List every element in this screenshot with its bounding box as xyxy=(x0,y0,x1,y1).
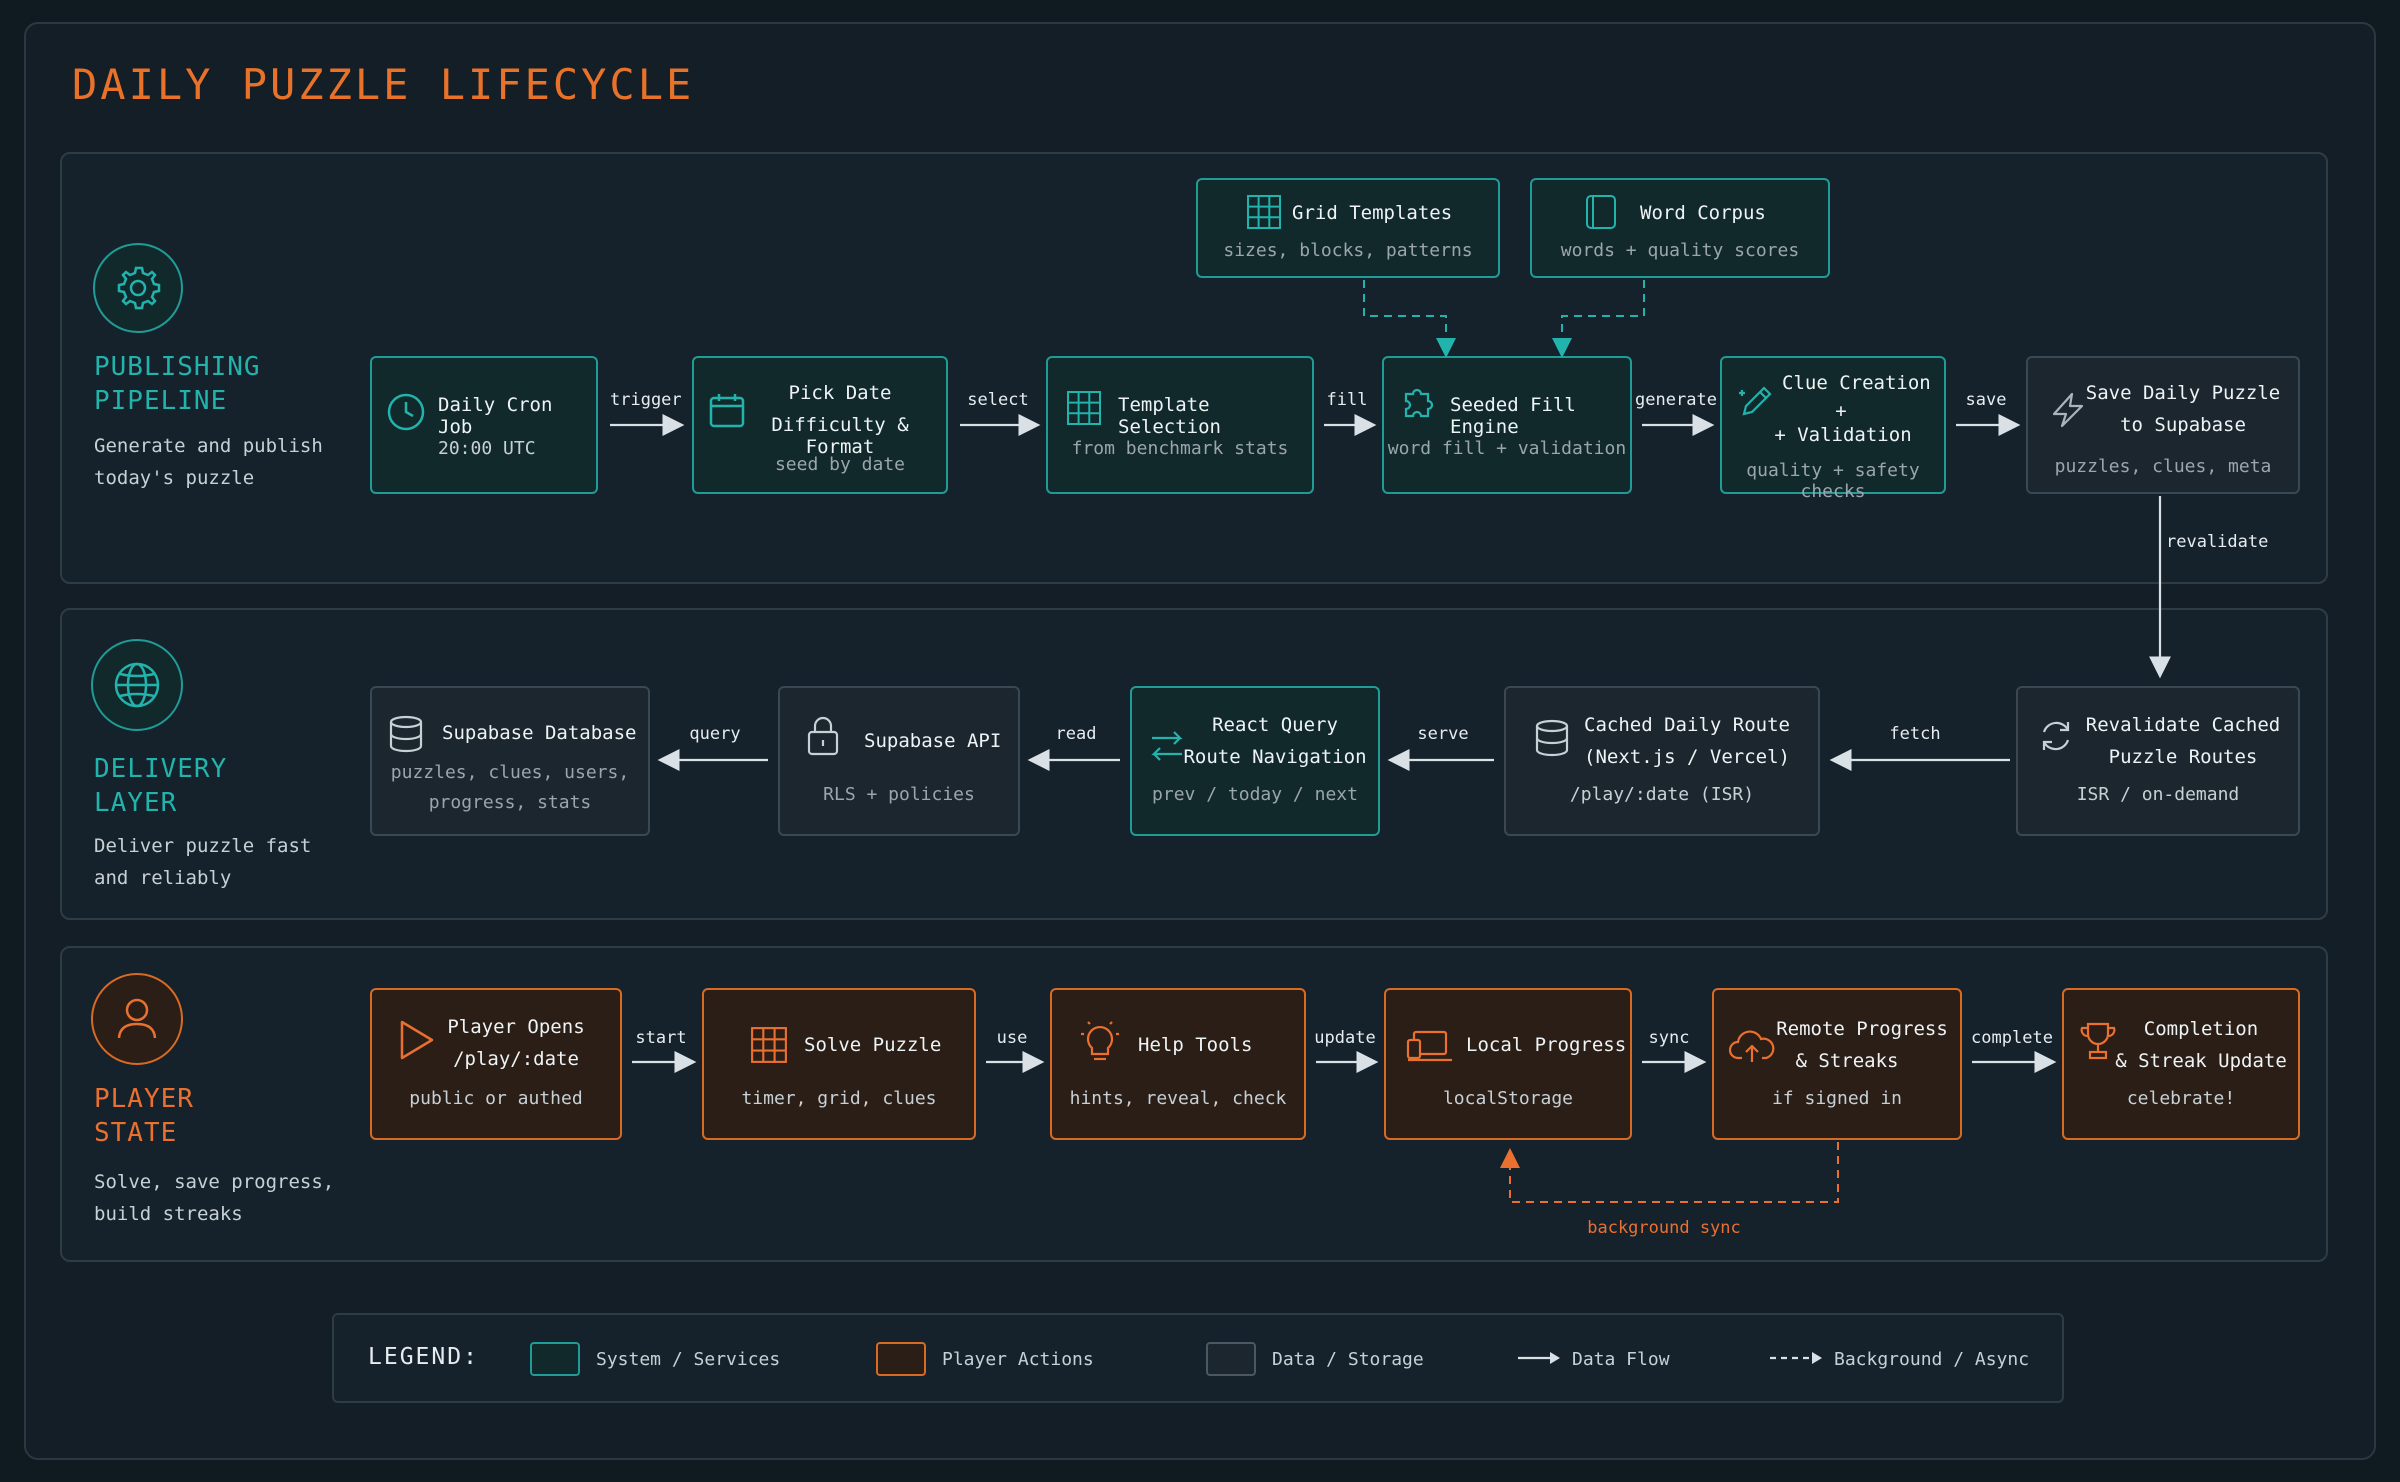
legend-swatch-data xyxy=(1206,1342,1256,1376)
label-start: start xyxy=(635,1028,687,1048)
legend-player: Player Actions xyxy=(942,1349,1094,1370)
label-complete: complete xyxy=(1971,1028,2053,1048)
edge-grid-templates xyxy=(1363,280,1456,358)
label-query: query xyxy=(689,724,741,744)
label-fetch: fetch xyxy=(1889,724,1941,744)
label-use: use xyxy=(996,1028,1028,1048)
label-save: save xyxy=(1965,390,2007,410)
label-revalidate: revalidate xyxy=(2166,532,2269,552)
edge-background-sync xyxy=(1500,1142,1839,1203)
legend-swatch-system xyxy=(530,1342,580,1376)
legend-flow: Data Flow xyxy=(1572,1349,1670,1370)
edge-word-corpus xyxy=(1552,280,1645,358)
label-generate: generate xyxy=(1635,390,1717,410)
label-background-sync: background sync xyxy=(1587,1218,1741,1238)
label-fill: fill xyxy=(1326,390,1368,410)
label-trigger: trigger xyxy=(610,390,682,410)
legend-system: System / Services xyxy=(596,1349,781,1370)
legend-swatch-player xyxy=(876,1342,926,1376)
legend-arrow-solid xyxy=(1518,1352,1560,1364)
legend-data: Data / Storage xyxy=(1272,1349,1424,1370)
legend-async: Background / Async xyxy=(1834,1349,2030,1370)
label-select: select xyxy=(967,390,1029,410)
label-serve: serve xyxy=(1417,724,1469,744)
edge-layer xyxy=(610,280,2171,1203)
legend-title: LEGEND: xyxy=(368,1344,479,1370)
label-update: update xyxy=(1314,1028,1376,1048)
label-read: read xyxy=(1055,724,1097,744)
legend-arrow-dashed xyxy=(1770,1352,1822,1364)
label-sync: sync xyxy=(1648,1028,1690,1048)
